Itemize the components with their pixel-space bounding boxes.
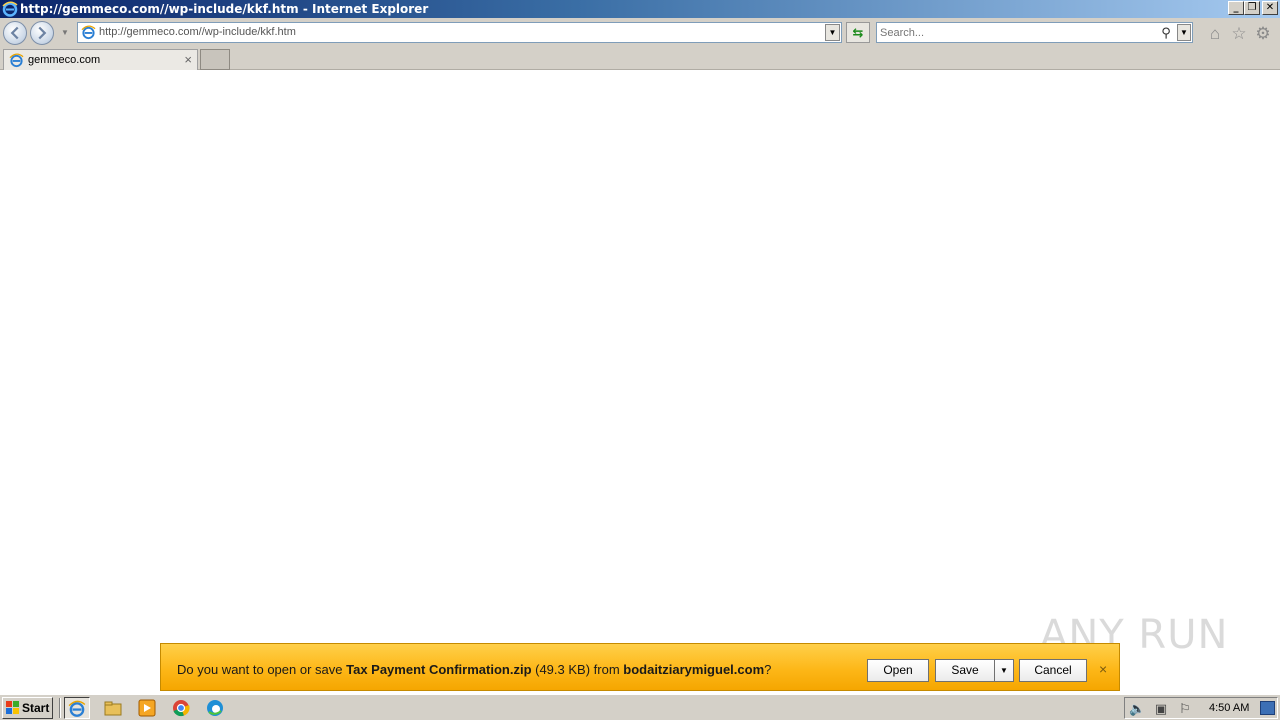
new-tab-button[interactable] [200, 49, 230, 70]
save-button[interactable]: Save [935, 659, 995, 682]
taskbar: Start 🔈 ▣ ⚐ 4:50 AM [0, 694, 1280, 720]
refresh-icon: ⇆ [852, 25, 864, 40]
page-content [0, 71, 1280, 643]
navigation-toolbar: ▼ http://gemmeco.com//wp-include/kkf.htm… [0, 18, 1280, 48]
taskbar-separator [59, 698, 61, 718]
windows-flag-icon [6, 701, 19, 714]
window-title: http://gemmeco.com//wp-include/kkf.htm -… [20, 2, 429, 16]
address-bar[interactable]: http://gemmeco.com//wp-include/kkf.htm ▼ [77, 22, 842, 43]
taskbar-edge[interactable] [202, 697, 228, 719]
action-center-flag-icon[interactable]: ⚐ [1177, 701, 1193, 717]
start-button[interactable]: Start [2, 697, 53, 719]
download-filename: Tax Payment Confirmation.zip [346, 662, 532, 677]
notification-close-button[interactable]: × [1099, 661, 1107, 677]
address-url: http://gemmeco.com//wp-include/kkf.htm [99, 26, 296, 38]
system-tray: 🔈 ▣ ⚐ 4:50 AM [1124, 697, 1278, 719]
chevron-down-icon: ▼ [1180, 28, 1188, 37]
tab-gemmeco[interactable]: gemmeco.com × [3, 49, 198, 70]
taskbar-chrome[interactable] [168, 697, 194, 719]
back-button[interactable] [3, 21, 27, 45]
search-box[interactable]: ⚲ ▼ [876, 22, 1193, 43]
clock[interactable]: 4:50 AM [1209, 698, 1249, 718]
open-button[interactable]: Open [867, 659, 929, 682]
start-label: Start [22, 701, 50, 715]
chevron-down-icon: ▼ [828, 28, 837, 37]
window-title-bar[interactable]: http://gemmeco.com//wp-include/kkf.htm -… [0, 0, 1280, 18]
taskbar-media-player[interactable] [134, 697, 160, 719]
minimize-icon: _ [1233, 2, 1239, 13]
close-window-button[interactable]: ✕ [1262, 1, 1278, 15]
edge-icon [207, 700, 223, 716]
internet-explorer-icon [68, 700, 86, 717]
back-icon [10, 26, 19, 40]
folder-icon [104, 701, 122, 716]
download-notification-bar: Do you want to open or save Tax Payment … [160, 643, 1120, 691]
chrome-icon [173, 700, 190, 717]
download-suffix: ? [764, 662, 772, 677]
refresh-button[interactable]: ⇆ [846, 22, 870, 43]
cancel-button[interactable]: Cancel [1019, 659, 1087, 682]
minimize-button[interactable]: _ [1228, 1, 1244, 15]
media-player-icon [138, 699, 156, 717]
tab-label: gemmeco.com [28, 54, 101, 66]
address-dropdown-button[interactable]: ▼ [825, 24, 840, 41]
forward-icon [38, 26, 47, 40]
save-dropdown-button[interactable]: ▼ [994, 659, 1014, 682]
gear-icon: ⚙ [1255, 24, 1271, 43]
search-input[interactable] [880, 24, 1150, 41]
show-desktop-icon[interactable] [1260, 701, 1275, 715]
chevron-down-icon: ▼ [1000, 666, 1008, 675]
download-message: Do you want to open or save Tax Payment … [177, 644, 771, 696]
download-source: bodaitziarymiguel.com [623, 662, 765, 677]
internet-explorer-icon [2, 1, 18, 17]
volume-icon[interactable]: 🔈 [1129, 701, 1145, 717]
search-dropdown-button[interactable]: ▼ [1177, 24, 1191, 41]
download-size: (49.3 KB) from [531, 662, 624, 677]
home-button[interactable]: ⌂ [1205, 24, 1225, 44]
tab-row: gemmeco.com × [0, 48, 1280, 70]
close-icon: ✕ [1265, 2, 1275, 13]
download-prefix: Do you want to open or save [177, 662, 347, 677]
restore-icon: ❐ [1247, 2, 1257, 13]
favorites-button[interactable]: ☆ [1229, 24, 1249, 44]
tab-close-button[interactable]: × [184, 50, 192, 70]
taskbar-file-explorer[interactable] [100, 697, 126, 719]
home-icon: ⌂ [1209, 24, 1221, 43]
page-ie-icon [81, 25, 96, 40]
history-dropdown-icon[interactable]: ▼ [61, 28, 69, 37]
search-icon[interactable]: ⚲ [1158, 24, 1174, 41]
taskbar-internet-explorer[interactable] [64, 697, 90, 719]
tools-button[interactable]: ⚙ [1253, 24, 1273, 44]
tab-ie-icon [9, 53, 24, 68]
forward-button[interactable] [30, 21, 54, 45]
favorites-star-icon: ☆ [1231, 24, 1247, 43]
restore-button[interactable]: ❐ [1244, 1, 1260, 15]
network-icon[interactable]: ▣ [1153, 701, 1169, 717]
